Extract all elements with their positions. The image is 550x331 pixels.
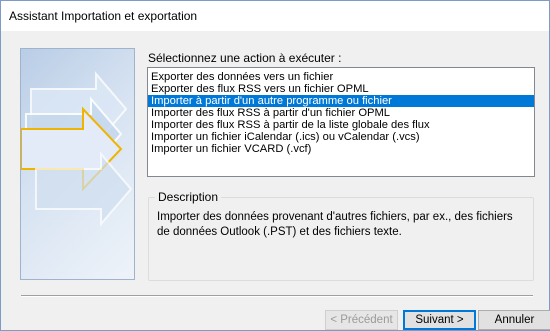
title-bar: Assistant Importation et exportation bbox=[1, 1, 549, 31]
list-item-export-rss-opml[interactable]: Exporter des flux RSS vers un fichier OP… bbox=[148, 83, 534, 95]
wizard-banner-image bbox=[20, 48, 135, 280]
list-item-import-icalendar[interactable]: Importer un fichier iCalendar (.ics) ou … bbox=[148, 131, 534, 143]
description-groupbox: Description Importer des données provena… bbox=[148, 190, 534, 281]
cancel-button[interactable]: Annuler bbox=[478, 310, 550, 330]
description-legend: Description bbox=[155, 190, 222, 204]
arrow-graphic-icon bbox=[21, 71, 133, 227]
list-item-import-from-program[interactable]: Importer à partir d'un autre programme o… bbox=[148, 95, 534, 107]
action-prompt-label: Sélectionnez une action à exécuter : bbox=[148, 51, 342, 65]
previous-button[interactable]: < Précédent bbox=[325, 310, 398, 330]
list-item-import-rss-global[interactable]: Importer des flux RSS à partir de la lis… bbox=[148, 119, 534, 131]
description-text: Importer des données provenant d'autres … bbox=[157, 211, 513, 238]
footer-separator bbox=[21, 295, 533, 297]
next-button[interactable]: Suivant > bbox=[403, 310, 476, 330]
action-listbox[interactable]: Exporter des données vers un fichier Exp… bbox=[147, 67, 535, 177]
list-item-import-rss-opml[interactable]: Importer des flux RSS à partir d'un fich… bbox=[148, 107, 534, 119]
list-item-import-vcard[interactable]: Importer un fichier VCARD (.vcf) bbox=[148, 143, 534, 155]
window-title: Assistant Importation et exportation bbox=[9, 9, 198, 23]
import-export-wizard-dialog: Assistant Importation et exportation Sél… bbox=[0, 0, 550, 331]
list-item-export-to-file[interactable]: Exporter des données vers un fichier bbox=[148, 71, 534, 83]
